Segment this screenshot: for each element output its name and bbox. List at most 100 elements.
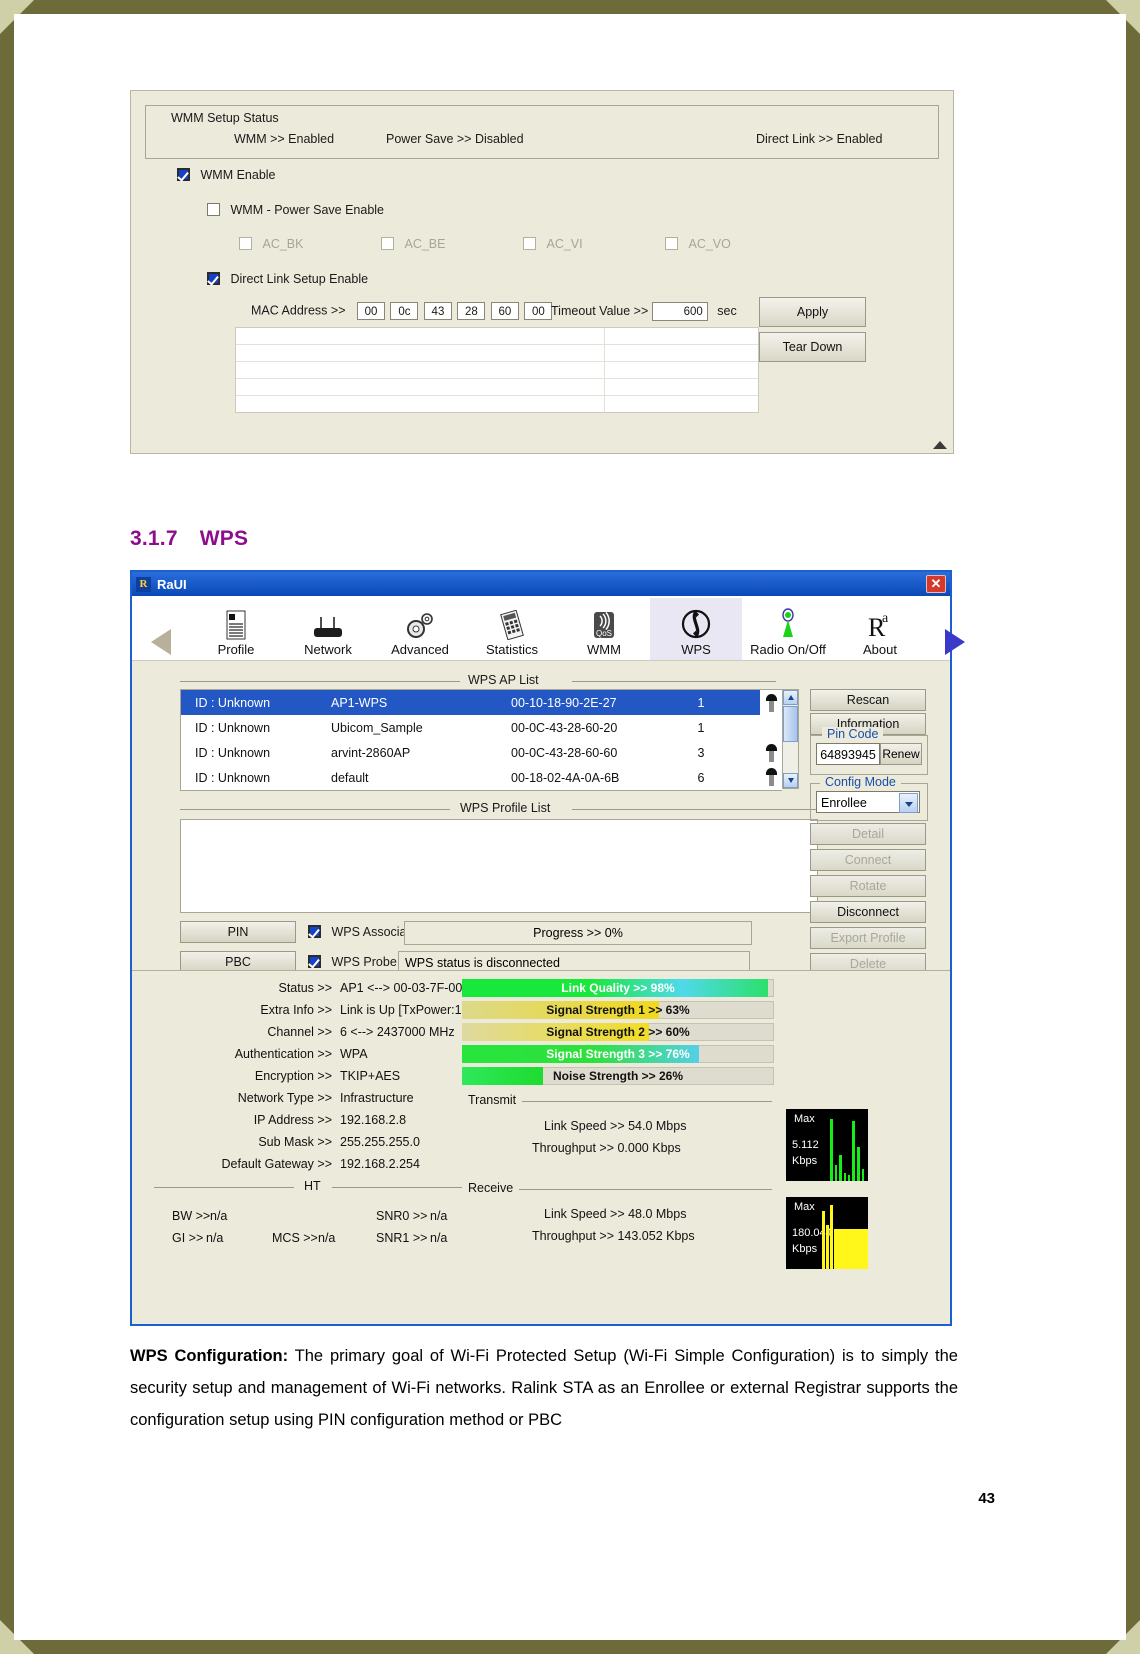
gi-value: n/a xyxy=(206,1231,224,1245)
wmm-enable-checkbox[interactable] xyxy=(177,168,190,182)
tab-network[interactable]: Network xyxy=(282,598,374,660)
direct-link-setup-row[interactable]: Direct Link Setup Enable xyxy=(207,271,368,286)
pin-button[interactable]: PIN xyxy=(180,921,296,943)
wps-probe-ie-checkbox[interactable] xyxy=(308,955,321,969)
wmm-power-save-checkbox[interactable] xyxy=(207,203,220,217)
network-type-label: Network Type >> xyxy=(237,1091,332,1105)
wps-ap-list[interactable]: ID : Unknown AP1-WPS 00-10-18-90-2E-27 1… xyxy=(180,689,762,791)
wmm-settings-panel: WMM Setup Status WMM >> Enabled Power Sa… xyxy=(130,90,954,454)
advanced-gear-icon xyxy=(403,608,437,640)
rescan-button[interactable]: Rescan xyxy=(810,689,926,711)
ap-mac: 00-18-02-4A-0A-6B xyxy=(511,770,620,785)
collapse-arrow-icon[interactable] xyxy=(933,441,947,449)
mac-octet-1[interactable]: 00 xyxy=(356,302,385,320)
close-icon[interactable]: ✕ xyxy=(926,575,946,593)
ap-ssid: AP1-WPS xyxy=(331,695,388,710)
chevron-down-icon[interactable] xyxy=(899,793,918,813)
default-gateway-value: 192.168.2.254 xyxy=(340,1157,420,1171)
bw-label: BW >> xyxy=(172,1209,211,1223)
status-label: Status >> xyxy=(278,981,332,995)
scroll-up-icon[interactable] xyxy=(783,690,798,705)
transmit-graph-max: Max xyxy=(794,1113,815,1125)
ip-address-label: IP Address >> xyxy=(253,1113,332,1127)
wps-profile-list[interactable] xyxy=(180,819,818,913)
window-title-bar: R RaUI ✕ xyxy=(132,572,950,596)
table-row[interactable]: ID : Unknown Ubicom_Sample 00-0C-43-28-6… xyxy=(181,715,761,740)
toolbar-back-button[interactable] xyxy=(132,598,190,660)
ap-list-scrollbar[interactable] xyxy=(782,689,799,789)
direct-link-table[interactable] xyxy=(235,327,759,413)
snr0-label: SNR0 >> xyxy=(376,1209,428,1223)
pin-code-input[interactable]: 64893945 xyxy=(816,743,880,765)
tab-statistics[interactable]: Statistics xyxy=(466,598,558,660)
svg-text:a: a xyxy=(882,611,889,626)
link-quality-label: Link Quality >> 98% xyxy=(561,981,675,995)
signal-strength-2-bar: Signal Strength 2 >> 60% xyxy=(462,1023,774,1041)
link-quality-bar: Link Quality >> 98% xyxy=(462,979,774,997)
tab-advanced[interactable]: Advanced xyxy=(374,598,466,660)
ap-channel: 1 xyxy=(697,720,705,735)
mac-octet-4[interactable]: 28 xyxy=(457,302,486,320)
wmm-setup-status-title: WMM Setup Status xyxy=(166,111,284,125)
ac-vi-row: AC_VI xyxy=(523,236,583,251)
config-mode-select[interactable]: Enrollee xyxy=(816,791,920,813)
lock-icon xyxy=(764,744,778,762)
ap-id: ID : Unknown xyxy=(195,720,271,735)
toolbar-forward-button[interactable] xyxy=(926,598,984,660)
progress-bar: Progress >> 0% xyxy=(404,921,752,945)
tab-radio-onoff[interactable]: Radio On/Off xyxy=(742,598,834,660)
scroll-down-icon[interactable] xyxy=(783,773,798,788)
scrollbar-thumb[interactable] xyxy=(783,706,798,742)
connect-button[interactable]: Connect xyxy=(810,849,926,871)
mac-octet-2[interactable]: 0c xyxy=(390,302,419,320)
ac-bk-label: AC_BK xyxy=(262,236,304,251)
rotate-button[interactable]: Rotate xyxy=(810,875,926,897)
wps-profile-list-title: WPS Profile List xyxy=(454,801,557,815)
tab-network-label: Network xyxy=(304,642,352,657)
tab-wps[interactable]: WPS xyxy=(650,598,742,660)
wps-associate-ie-checkbox[interactable] xyxy=(308,925,321,939)
tab-radio-onoff-label: Radio On/Off xyxy=(750,642,826,657)
ac-vo-row: AC_VO xyxy=(665,236,731,251)
apply-button[interactable]: Apply xyxy=(759,297,866,327)
tab-about[interactable]: Ra About xyxy=(834,598,926,660)
table-row[interactable]: ID : Unknown default 00-18-02-4A-0A-6B 6 xyxy=(181,765,761,790)
encryption-value: TKIP+AES xyxy=(340,1069,401,1083)
sub-mask-label: Sub Mask >> xyxy=(258,1135,332,1149)
export-profile-button[interactable]: Export Profile xyxy=(810,927,926,949)
tab-profile[interactable]: Profile xyxy=(190,598,282,660)
timeout-input[interactable]: 600 xyxy=(651,302,708,321)
wps-ap-list-title: WPS AP List xyxy=(462,673,545,687)
renew-button[interactable]: Renew xyxy=(880,743,922,765)
direct-link-setup-checkbox[interactable] xyxy=(207,272,220,286)
snr0-value: n/a xyxy=(430,1209,448,1223)
wps-probe-ie-row[interactable]: WPS Probe IE xyxy=(308,954,412,969)
tab-about-label: About xyxy=(863,642,897,657)
ac-be-row: AC_BE xyxy=(381,236,445,251)
table-row[interactable]: ID : Unknown AP1-WPS 00-10-18-90-2E-27 1 xyxy=(181,690,761,715)
signal-strength-1-bar: Signal Strength 1 >> 63% xyxy=(462,1001,774,1019)
network-icon xyxy=(310,608,346,640)
mcs-value: n/a xyxy=(318,1231,336,1245)
mac-octet-5[interactable]: 60 xyxy=(490,302,519,320)
tab-wmm[interactable]: QoS WMM xyxy=(558,598,650,660)
raui-app-icon: R xyxy=(136,576,151,592)
detail-button[interactable]: Detail xyxy=(810,823,926,845)
mac-octet-3[interactable]: 43 xyxy=(423,302,452,320)
wmm-power-save-row[interactable]: WMM - Power Save Enable xyxy=(207,202,384,217)
sub-mask-value: 255.255.255.0 xyxy=(340,1135,420,1149)
signal-strength-1-label: Signal Strength 1 >> 63% xyxy=(546,1003,690,1017)
mac-address-row: MAC Address >> 00 0c 43 28 60 00 xyxy=(251,302,554,320)
table-row[interactable]: ID : Unknown arvint-2860AP 00-0C-43-28-6… xyxy=(181,740,761,765)
ac-vi-label: AC_VI xyxy=(546,236,583,251)
wmm-enable-row[interactable]: WMM Enable xyxy=(177,167,276,182)
mac-octet-6[interactable]: 00 xyxy=(524,302,553,320)
ht-section-label: HT xyxy=(298,1179,327,1193)
ap-id: ID : Unknown xyxy=(195,745,271,760)
channel-value: 6 <--> 2437000 MHz xyxy=(340,1025,455,1039)
network-type-value: Infrastructure xyxy=(340,1091,414,1105)
tear-down-button[interactable]: Tear Down xyxy=(759,332,866,362)
noise-strength-label: Noise Strength >> 26% xyxy=(552,1069,684,1083)
disconnect-button[interactable]: Disconnect xyxy=(810,901,926,923)
wmm-status-wmm: WMM >> Enabled xyxy=(234,132,335,146)
